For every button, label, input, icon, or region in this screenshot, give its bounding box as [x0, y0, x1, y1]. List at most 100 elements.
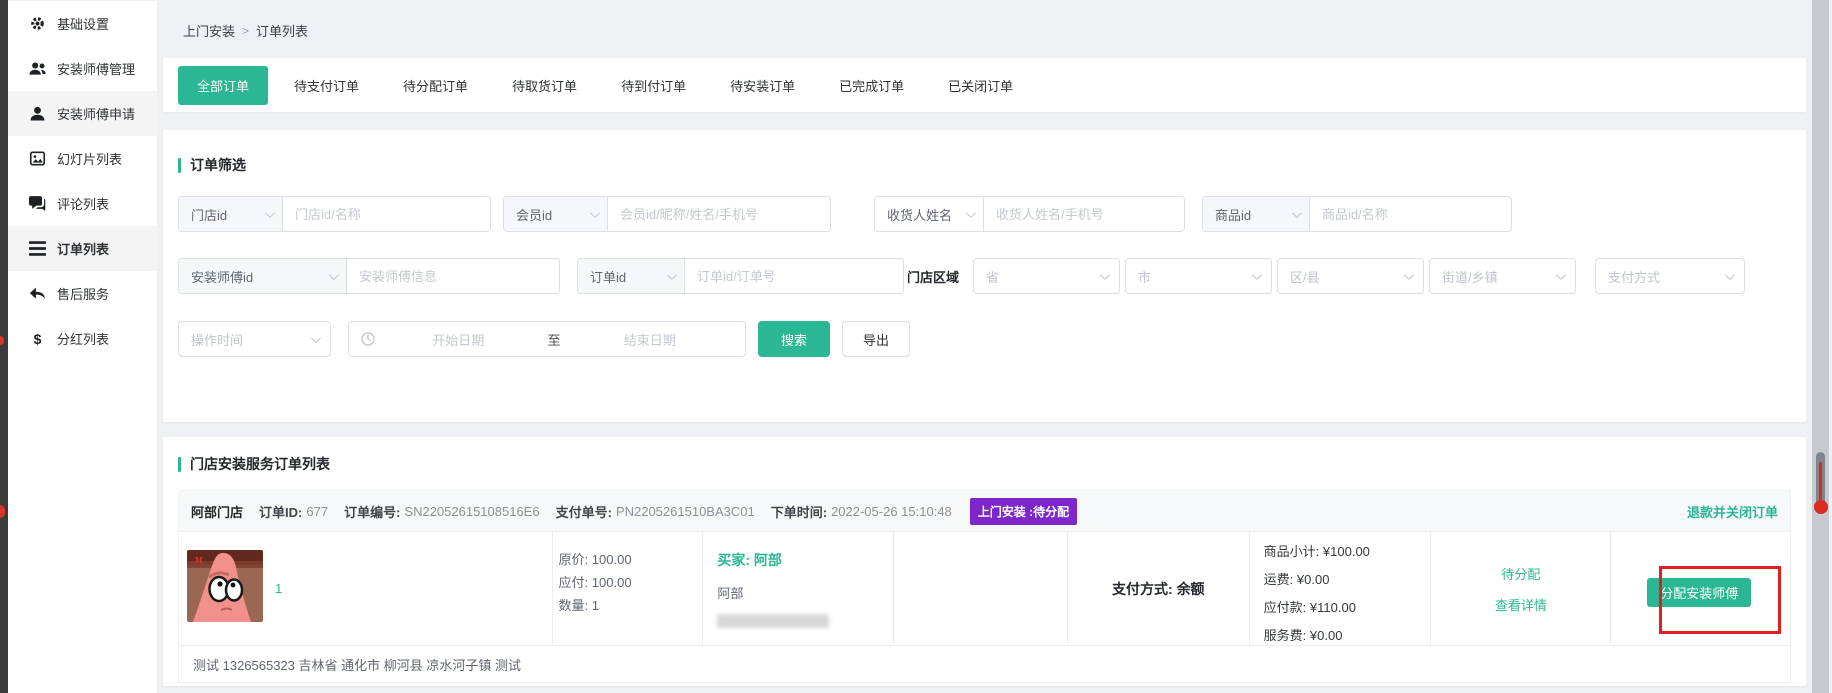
sidebar: 基础设置 安装师傅管理 安装师傅申请 幻灯片列表 评论列表 — [8, 0, 157, 693]
receiver-search-input[interactable] — [984, 197, 1184, 231]
receiver-name-select[interactable]: 收货人姓名 — [875, 197, 984, 231]
product-search-input[interactable] — [1310, 197, 1511, 231]
totals-cell: 商品小计: ¥100.00 运费: ¥0.00 应付款: ¥110.00 服务费… — [1250, 532, 1432, 645]
buyer-cell: 买家: 阿部 阿部 — [703, 532, 894, 645]
refund-close-link[interactable]: 退款并关闭订单 — [1687, 502, 1778, 521]
reply-icon — [29, 286, 46, 301]
view-details-link[interactable]: 查看详情 — [1495, 595, 1547, 614]
tab-pending-assignment[interactable]: 待分配订单 — [403, 76, 468, 95]
amount-due-value: ¥110.00 — [1310, 600, 1356, 615]
price-cell: 原价: 100.00 应付: 100.00 数量: 1 — [553, 532, 704, 645]
sidebar-item-comment-list[interactable]: 评论列表 — [8, 181, 157, 226]
sidebar-item-dividend-list[interactable]: $ 分红列表 — [8, 316, 157, 361]
chevron-down-icon — [1556, 270, 1566, 280]
order-search-input[interactable] — [685, 259, 903, 293]
installer-id-select[interactable]: 安装师傅id — [179, 259, 347, 293]
quantity-value: 1 — [592, 598, 599, 613]
order-row: 1 原价: 100.00 应付: 100.00 数量: 1 买家: 阿部 阿部 — [178, 532, 1791, 645]
sidebar-item-order-list[interactable]: 订单列表 — [8, 226, 157, 271]
export-button[interactable]: 导出 — [842, 321, 910, 357]
product-quantity: 1 — [275, 532, 282, 645]
payable-price: 100.00 — [592, 575, 632, 590]
order-id-filter-group: 订单id — [577, 258, 904, 294]
chevron-down-icon — [1725, 270, 1735, 280]
pending-assignment-link[interactable]: 待分配 — [1501, 564, 1540, 583]
chevron-down-icon — [1252, 270, 1262, 280]
status-cell: 待分配 查看详情 — [1431, 532, 1611, 645]
sidebar-item-label: 订单列表 — [57, 239, 109, 258]
breadcrumb-separator: > — [242, 24, 249, 38]
sidebar-item-label: 基础设置 — [57, 14, 109, 33]
sidebar-item-label: 安装师傅管理 — [57, 59, 135, 78]
tab-pending-pickup[interactable]: 待取货订单 — [512, 76, 577, 95]
order-time-value: 2022-05-26 15:10:48 — [831, 504, 952, 519]
sidebar-item-installer-management[interactable]: 安装师傅管理 — [8, 46, 157, 91]
tab-pay-on-delivery[interactable]: 待到付订单 — [621, 76, 686, 95]
breadcrumb-parent[interactable]: 上门安装 — [183, 21, 235, 40]
payment-method-cell: 支付方式: 余额 — [1068, 532, 1250, 645]
list-icon — [29, 241, 46, 256]
title-accent-bar — [178, 158, 181, 173]
store-name: 阿部门店 — [191, 502, 243, 521]
red-marker-dot — [1814, 500, 1828, 514]
order-id-select[interactable]: 订单id — [578, 259, 685, 293]
store-id-select[interactable]: 门店id — [179, 197, 283, 231]
buyer-title: 买家: 阿部 — [717, 550, 893, 570]
sidebar-item-slideshow-list[interactable]: 幻灯片列表 — [8, 136, 157, 181]
status-badge: 上门安装 :待分配 — [970, 498, 1077, 525]
chevron-down-icon — [590, 208, 600, 218]
store-search-input[interactable] — [283, 197, 490, 231]
store-filter-group: 门店id — [178, 196, 491, 232]
filter-row-3: 操作时间 开始日期 至 结束日期 搜索 导出 — [178, 321, 1791, 357]
order-list-section-title: 门店安装服务订单列表 — [178, 454, 330, 474]
order-block: 阿部门店 订单ID: 677 订单编号: SN22052615108516E6 … — [178, 490, 1791, 683]
search-button[interactable]: 搜索 — [758, 321, 830, 357]
date-range-picker[interactable]: 开始日期 至 结束日期 — [348, 321, 746, 357]
sidebar-item-basic-settings[interactable]: 基础设置 — [8, 1, 157, 46]
order-filter-panel: 订单筛选 门店id 会员id 收货人姓名 — [163, 130, 1806, 422]
street-select[interactable]: 街道/乡镇 — [1429, 258, 1576, 294]
buyer-name: 阿部 — [717, 583, 893, 602]
chevron-down-icon — [265, 208, 275, 218]
tab-pending-payment[interactable]: 待支付订单 — [294, 76, 359, 95]
district-select[interactable]: 区/县 — [1277, 258, 1424, 294]
filter-row-2: 安装师傅id 订单id 门店区域 省 市 区/ — [178, 258, 1791, 294]
chevron-down-icon — [329, 270, 339, 280]
title-accent-bar — [178, 457, 181, 472]
sidebar-item-label: 售后服务 — [57, 284, 109, 303]
member-search-input[interactable] — [608, 197, 830, 231]
chevron-down-icon — [1100, 270, 1110, 280]
city-select[interactable]: 市 — [1125, 258, 1272, 294]
tab-all-orders[interactable]: 全部订单 — [178, 66, 268, 105]
subtotal-value: ¥100.00 — [1323, 544, 1370, 559]
tab-completed[interactable]: 已完成订单 — [839, 76, 904, 95]
filter-section-title: 订单筛选 — [178, 155, 246, 175]
action-cell: 分配安装师傅 — [1611, 532, 1790, 645]
payment-number-value: PN2205261510BA3C01 — [616, 504, 755, 519]
sidebar-item-label: 幻灯片列表 — [57, 149, 122, 168]
order-number-value: SN22052615108516E6 — [404, 504, 539, 519]
sidebar-item-installer-application[interactable]: 安装师傅申请 — [8, 91, 157, 136]
order-address: 测试 1326565323 吉林省 通化市 柳河县 凉水河子镇 测试 — [178, 645, 1791, 683]
pay-method-select[interactable]: 支付方式 — [1595, 258, 1745, 294]
store-area-label: 门店区域 — [907, 258, 959, 294]
chevron-down-icon — [311, 333, 321, 343]
province-select[interactable]: 省 — [973, 258, 1120, 294]
image-icon — [29, 151, 46, 166]
scrollbar-track[interactable] — [1812, 0, 1829, 693]
operation-time-select[interactable]: 操作时间 — [178, 321, 331, 357]
product-id-select[interactable]: 商品id — [1203, 197, 1310, 231]
sidebar-item-after-sales[interactable]: 售后服务 — [8, 271, 157, 316]
tab-closed[interactable]: 已关闭订单 — [948, 76, 1013, 95]
product-cell: 1 — [179, 532, 553, 645]
gear-icon — [29, 16, 46, 31]
assign-installer-button[interactable]: 分配安装师傅 — [1647, 578, 1751, 607]
chevron-down-icon — [667, 270, 677, 280]
clock-icon — [361, 332, 375, 346]
installer-search-input[interactable] — [347, 259, 559, 293]
member-id-select[interactable]: 会员id — [504, 197, 608, 231]
order-id-value: 677 — [306, 504, 328, 519]
tab-pending-installation[interactable]: 待安装订单 — [730, 76, 795, 95]
member-filter-group: 会员id — [503, 196, 831, 232]
dollar-icon: $ — [29, 331, 46, 346]
